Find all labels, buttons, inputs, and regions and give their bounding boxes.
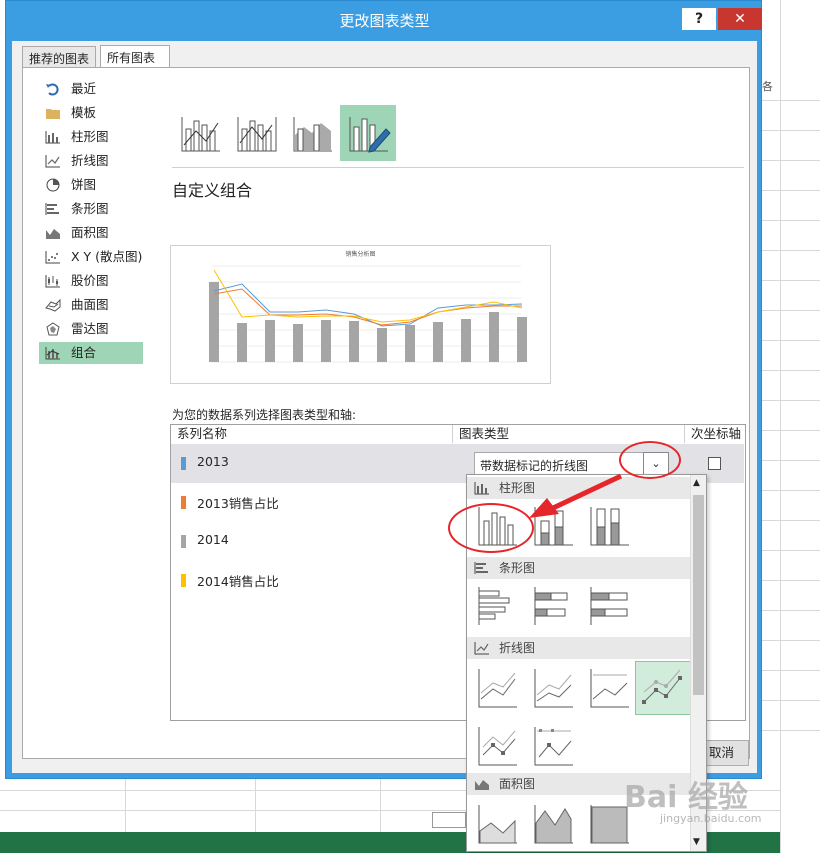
series-color-swatch [181,496,186,509]
divider [172,167,744,168]
line-option-icon[interactable] [475,665,521,711]
series-color-swatch [181,535,186,548]
sidebar-item-pie[interactable]: 饼图 [39,174,143,196]
sidebar-item-scatter[interactable]: X Y (散点图) [39,246,143,268]
sidebar-item-label: 折线图 [71,153,109,168]
surface-chart-icon [45,298,61,312]
sidebar-item-label: X Y (散点图) [71,249,143,264]
column-chart-icon [474,482,489,495]
stacked-line-markers-option-icon[interactable] [475,723,521,769]
radar-chart-icon [46,322,60,336]
series-name: 2013 [197,454,229,469]
tab-recommended-charts[interactable]: 推荐的图表 [22,46,96,68]
line-chart-icon [45,155,60,168]
folder-icon [46,109,60,119]
preview-title: 销售分析图 [345,251,376,258]
group-header-line: 折线图 [467,637,691,659]
percent-stacked-bar-option-icon[interactable] [587,583,633,629]
pie-chart-icon [46,178,60,192]
area-chart-icon [475,780,489,790]
stacked-area-option-icon[interactable] [531,801,577,847]
sidebar-item-label: 模板 [71,105,97,120]
stacked-area-column-icon[interactable] [284,105,340,161]
combo-chart-icon [45,347,60,360]
line-chart-icon [474,642,489,655]
sidebar-item-label: 饼图 [71,177,97,192]
dialog-title: 更改图表类型 [339,12,430,30]
sidebar-item-recent[interactable]: 最近 [39,78,143,100]
sidebar-item-combo[interactable]: 组合 [39,342,143,364]
series-color-swatch [181,574,186,587]
cancel-button[interactable]: 取消 [704,740,749,766]
column-header-secondary-axis: 次坐标轴 [691,426,742,441]
group-header-bar: 条形图 [467,557,691,579]
sidebar-item-label: 最近 [71,81,97,96]
preview-chart-graphic [209,265,527,363]
sidebar-item-templates[interactable]: 模板 [39,102,143,124]
close-button[interactable]: ✕ [718,8,762,30]
area-option-icon[interactable] [475,801,521,847]
stacked-line-option-icon[interactable] [531,665,577,711]
annotation-circle-dropdown [619,441,681,479]
clustered-column-line-icon[interactable] [172,105,228,161]
sidebar-item-area[interactable]: 面积图 [39,222,143,244]
baidu-watermark-url: jingyan.baidu.com [660,812,762,825]
sidebar-item-label: 面积图 [71,225,109,240]
sidebar-item-label: 股价图 [71,273,109,288]
sidebar-item-line[interactable]: 折线图 [39,150,143,172]
tab-all-charts[interactable]: 所有图表 [100,45,170,69]
bar-chart-icon [45,203,59,215]
help-button[interactable]: ? [682,8,716,30]
secondary-axis-checkbox[interactable] [708,457,721,470]
scroll-down-arrow[interactable]: ▼ [693,837,700,847]
line-with-markers-icon [642,669,682,704]
column-header-series-name: 系列名称 [171,425,453,443]
chart-preview: 销售分析图 [170,245,551,384]
annotation-circle-clustered-column [448,503,534,553]
scroll-up-arrow[interactable]: ▲ [693,478,700,488]
sidebar-item-radar[interactable]: 雷达图 [39,318,143,340]
scatter-chart-icon [45,251,60,264]
line-with-markers-option[interactable] [635,661,691,715]
baidu-watermark: Bai 经验 [624,780,748,815]
sidebar-item-label: 条形图 [71,201,109,216]
annotation-arrow-icon [529,473,623,518]
section-title: 自定义组合 [172,181,253,200]
column-chart-icon [45,131,60,144]
series-name: 2014销售占比 [197,574,279,589]
sidebar-item-bar[interactable]: 条形图 [39,198,143,220]
scroll-thumb[interactable] [693,495,704,695]
clustered-column-line-secondary-icon[interactable] [228,105,284,161]
sidebar-item-label: 曲面图 [71,297,109,312]
sidebar-item-stock[interactable]: 股价图 [39,270,143,292]
series-name: 2013销售占比 [197,496,279,511]
series-color-swatch [181,457,186,470]
sidebar-item-label: 组合 [71,345,97,360]
recent-icon [46,83,59,96]
bar-chart-icon [474,562,488,574]
stock-chart-icon [45,275,60,288]
sidebar-item-label: 雷达图 [71,321,109,336]
series-prompt: 为您的数据系列选择图表类型和轴: [172,408,357,422]
percent-stacked-line-markers-option-icon[interactable] [531,723,577,769]
percent-stacked-line-option-icon[interactable] [587,665,633,711]
custom-combination-button[interactable] [340,105,396,161]
custom-combo-pencil-icon [349,117,391,153]
sidebar-item-label: 柱形图 [71,129,109,144]
chart-type-value: 带数据标记的折线图 [480,459,589,473]
series-name: 2014 [197,532,229,547]
area-chart-icon [46,229,60,239]
sidebar-item-column[interactable]: 柱形图 [39,126,143,148]
stacked-bar-option-icon[interactable] [531,583,577,629]
clustered-bar-option-icon[interactable] [475,583,521,629]
sidebar-item-surface[interactable]: 曲面图 [39,294,143,316]
